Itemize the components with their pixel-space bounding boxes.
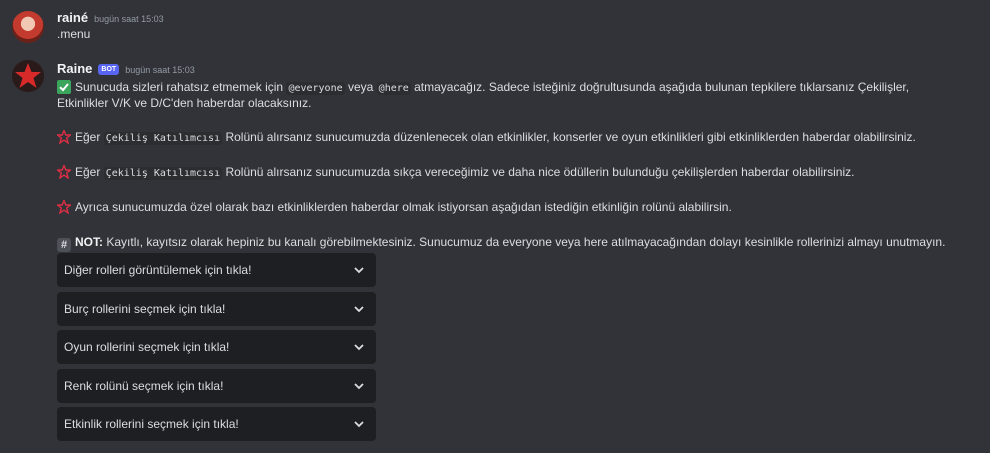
red-star-avatar-icon [12, 60, 44, 92]
select-placeholder: Renk rolünü seçmek için tıkla! [64, 379, 224, 393]
red-star-icon [55, 128, 73, 148]
paragraph-1: Eğer Çekiliş Katılımcısı Rolünü alırsanı… [55, 128, 916, 148]
select-menu-color-roles[interactable]: Renk rolünü seçmek için tıkla! [57, 369, 376, 403]
select-placeholder: Oyun rollerini seçmek için tıkla! [64, 340, 230, 354]
message-header: rainé bugün saat 15:03 [57, 10, 164, 25]
chevron-down-icon [354, 383, 364, 390]
text: veya [347, 80, 374, 94]
text: Rolünü alırsanız sunucumuzda sıkça verec… [225, 165, 855, 179]
note-line: # NOT: Kayıtlı, kayıtsız olarak hepiniz b… [57, 234, 945, 252]
text: Sunucuda sizleri rahatsız etmemek için [75, 80, 284, 94]
red-star-icon [55, 198, 73, 218]
bot-tag: BOT [98, 64, 120, 75]
hash-icon: # [57, 238, 71, 252]
chevron-down-icon [354, 344, 364, 351]
select-placeholder: Diğer rolleri görüntülemek için tıkla! [64, 263, 252, 277]
paragraph-3: Ayrıca sunucumuzda özel olarak bazı etki… [55, 198, 732, 218]
role-code: Çekiliş Katılımcısı [103, 132, 223, 145]
red-star-icon [55, 163, 73, 183]
paragraph-2: Eğer Çekiliş Katılımcısı Rolünü alırsanı… [55, 163, 855, 183]
chevron-down-icon [354, 267, 364, 274]
select-menu-zodiac-roles[interactable]: Burç rollerini seçmek için tıkla! [57, 292, 376, 326]
text: atmayacağız. Sadece isteğiniz doğrultusu… [414, 80, 910, 94]
select-menu-event-roles[interactable]: Etkinlik rollerini seçmek için tıkla! [57, 407, 376, 441]
bot-avatar[interactable] [12, 60, 44, 92]
text: Eğer [75, 130, 101, 144]
message-header: Raine BOT bugün saat 15:03 [57, 61, 195, 77]
text: Rolünü alırsanız sunucumuzda düzenlenece… [225, 130, 916, 144]
here-mention: @here [376, 82, 411, 95]
note-label: NOT: [75, 235, 103, 249]
select-menu-game-roles[interactable]: Oyun rollerini seçmek için tıkla! [57, 330, 376, 364]
user-avatar[interactable] [12, 11, 44, 43]
timestamp: bugün saat 15:03 [125, 65, 195, 75]
text: Ayrıca sunucumuzda özel olarak bazı etki… [75, 200, 732, 214]
message-text: .menu [57, 27, 91, 41]
author-name[interactable]: Raine [57, 61, 92, 76]
note-text: Kayıtlı, kayıtsız olarak hepiniz bu kana… [106, 235, 946, 249]
everyone-mention: @everyone [286, 82, 345, 95]
author-name[interactable]: rainé [57, 10, 88, 25]
role-code: Çekiliş Katılımcısı [103, 167, 223, 180]
text: Eğer [75, 165, 101, 179]
intro-line-2: Etkinlikler V/K ve D/C'den haberdar olac… [57, 96, 312, 110]
select-menu-other-roles[interactable]: Diğer rolleri görüntülemek için tıkla! [57, 253, 376, 287]
chevron-down-icon [354, 306, 364, 313]
timestamp: bugün saat 15:03 [94, 14, 164, 24]
select-placeholder: Burç rollerini seçmek için tıkla! [64, 302, 226, 316]
chevron-down-icon [354, 421, 364, 428]
select-placeholder: Etkinlik rollerini seçmek için tıkla! [64, 417, 239, 431]
